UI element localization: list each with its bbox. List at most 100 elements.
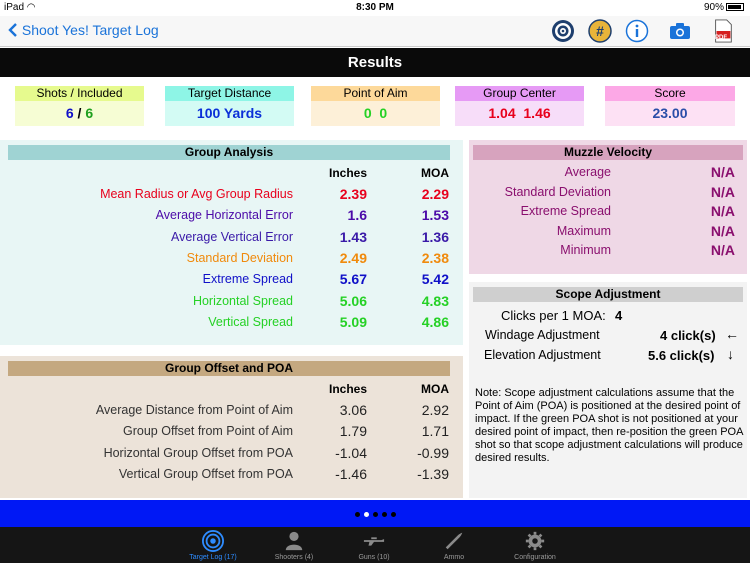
velocity-label: Standard Deviation <box>504 184 611 199</box>
grid-icon[interactable]: # <box>588 19 612 43</box>
inches-column-header: Inches <box>329 166 368 180</box>
offset-inches-value: -1.46 <box>335 465 367 482</box>
tab-configuration[interactable]: Configuration <box>490 527 580 563</box>
status-time: 8:30 PM <box>356 2 394 13</box>
velocity-value: N/A <box>710 183 735 200</box>
stat-label: Standard Deviation <box>186 250 293 265</box>
tab-label: Guns (10) <box>358 554 390 561</box>
stat-label: Horizontal Spread <box>192 293 293 308</box>
camera-icon[interactable] <box>668 19 692 43</box>
elevation-arrow-icon: ↓ <box>727 346 734 362</box>
velocity-label: Maximum <box>556 223 611 238</box>
tab-ammo[interactable]: Ammo <box>409 527 499 563</box>
poa-box: Point of Aim 0 0 <box>311 86 440 126</box>
offset-moa-value: 2.92 <box>421 402 449 418</box>
stat-moa-value: 1.53 <box>421 207 449 224</box>
rifle-icon <box>363 537 385 546</box>
stat-moa-value: 4.83 <box>421 292 449 309</box>
tab-bar: Target Log (17) Shooters (4) Guns (10) A… <box>0 527 750 563</box>
offset-inches-value: 3.06 <box>339 402 367 418</box>
status-bar: iPad ◠ 8:30 PM 90% <box>0 0 750 16</box>
offset-label: Horizontal Group Offset from POA <box>103 445 293 460</box>
velocity-label: Extreme Spread <box>520 204 611 219</box>
offset-moa-value: -1.39 <box>417 465 449 482</box>
windage-value: 4 click(s) <box>660 328 716 343</box>
clicks-per-moa-value: 4 <box>615 308 623 323</box>
scope-adjustment-title: Scope Adjustment <box>473 287 743 302</box>
page-dot[interactable] <box>390 512 396 517</box>
page-dot[interactable] <box>372 512 378 517</box>
velocity-label: Average <box>564 165 611 179</box>
svg-text:#: # <box>596 23 604 39</box>
group-analysis-title: Group Analysis <box>8 145 450 160</box>
stat-moa-value: 2.29 <box>421 186 449 202</box>
stat-inches-value: 1.6 <box>347 207 367 224</box>
velocity-value: N/A <box>710 242 735 259</box>
offset-inches-value: -1.04 <box>335 444 367 461</box>
page-dot-active[interactable] <box>363 512 369 517</box>
stat-inches-value: 2.49 <box>339 249 367 266</box>
moa-column-header: MOA <box>421 166 449 180</box>
inches-column-header: Inches <box>329 382 368 396</box>
offset-label: Average Distance from Point of Aim <box>95 403 293 417</box>
distance-box: Target Distance 100 Yards <box>165 86 294 126</box>
group-offset-title: Group Offset and POA <box>8 361 450 376</box>
page-dot[interactable] <box>354 512 360 517</box>
pdf-label: PDF <box>715 35 727 41</box>
tab-target-log[interactable]: Target Log (17) <box>168 527 258 563</box>
velocity-value: N/A <box>710 222 735 239</box>
scope-adjustment-panel: Scope Adjustment Clicks per 1 MOA: 4 Win… <box>469 282 747 498</box>
group-offset-panel: Group Offset and POA Inches MOA Average … <box>0 356 463 498</box>
distance-value: 100 Yards <box>165 101 294 126</box>
tab-shooters[interactable]: Shooters (4) <box>249 527 339 563</box>
page-dot[interactable] <box>381 512 387 517</box>
offset-label: Group Offset from Point of Aim <box>123 424 293 439</box>
score-header: Score <box>605 86 735 101</box>
score-value: 23.00 <box>605 101 735 126</box>
velocity-value: N/A <box>710 203 735 220</box>
tab-label: Target Log (17) <box>189 554 237 561</box>
stat-inches-value: 2.39 <box>339 186 367 202</box>
stat-moa-value: 5.42 <box>421 271 449 288</box>
distance-header: Target Distance <box>165 86 294 101</box>
back-button[interactable]: Shoot Yes! Target Log <box>8 22 159 38</box>
stat-label: Average Horizontal Error <box>155 208 293 223</box>
group-analysis-panel: Group Analysis Inches MOA Mean Radius or… <box>0 140 463 345</box>
bullet-icon <box>445 532 463 550</box>
tab-label: Configuration <box>514 554 556 561</box>
windage-arrow-icon: ← <box>725 326 739 342</box>
back-button-label: Shoot Yes! Target Log <box>21 22 159 38</box>
elevation-label: Elevation Adjustment <box>484 348 601 362</box>
velocity-label: Minimum <box>560 243 611 258</box>
summary-row: Shots / Included 6 / 6 Target Distance 1… <box>0 77 750 134</box>
stat-inches-value: 5.67 <box>339 271 367 288</box>
offset-label: Vertical Group Offset from POA <box>118 466 293 481</box>
person-icon <box>285 531 303 551</box>
stat-label: Extreme Spread <box>202 272 293 287</box>
muzzle-velocity-title: Muzzle Velocity <box>473 145 743 160</box>
stat-label: Mean Radius or Avg Group Radius <box>100 187 293 201</box>
stat-moa-value: 2.38 <box>421 249 449 266</box>
moa-column-header: MOA <box>421 382 449 396</box>
target-icon[interactable] <box>551 19 575 43</box>
shots-box: Shots / Included 6 / 6 <box>15 86 144 126</box>
muzzle-velocity-panel: Muzzle Velocity Average N/A Standard Devia… <box>469 140 747 274</box>
center-value: 1.04 1.46 <box>455 101 584 126</box>
scope-note: Note: Scope adjustment calculations assu… <box>475 387 743 464</box>
center-header: Group Center <box>455 86 584 101</box>
battery-status: 90% <box>704 2 744 13</box>
info-icon[interactable] <box>625 19 649 43</box>
stat-label: Vertical Spread <box>208 314 293 329</box>
page-dots[interactable] <box>0 510 750 517</box>
center-box: Group Center 1.04 1.46 <box>455 86 584 126</box>
offset-moa-value: -0.99 <box>417 444 449 461</box>
tab-guns[interactable]: Guns (10) <box>329 527 419 563</box>
offset-moa-value: 1.71 <box>421 423 449 440</box>
shots-header: Shots / Included <box>15 86 144 101</box>
score-box: Score 23.00 <box>605 86 735 126</box>
gear-icon <box>525 531 545 551</box>
velocity-value: N/A <box>710 164 735 180</box>
shots-value: 6 / 6 <box>15 101 144 126</box>
stat-label: Average Vertical Error <box>170 229 293 244</box>
poa-header: Point of Aim <box>311 86 440 101</box>
